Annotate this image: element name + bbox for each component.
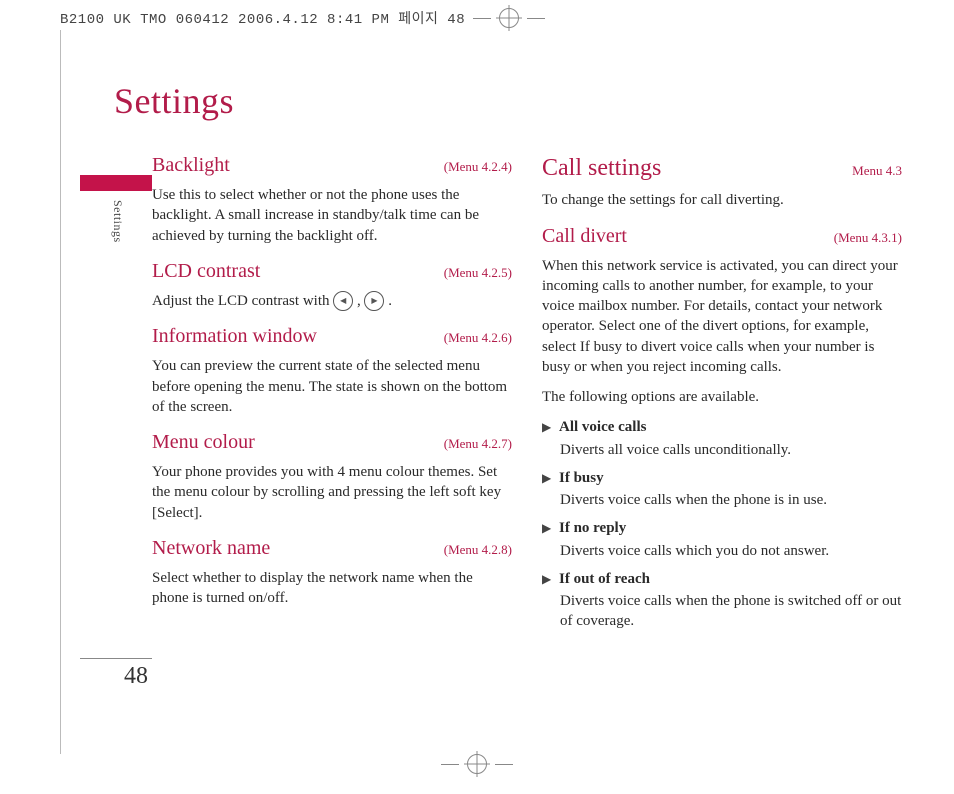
backlight-body: Use this to select whether or not the ph… — [152, 185, 512, 246]
option-desc: Diverts all voice calls unconditionally. — [560, 440, 902, 460]
option-all-voice-calls: ▶ All voice calls — [542, 417, 902, 437]
info-body: You can preview the current state of the… — [152, 356, 512, 417]
option-desc: Diverts voice calls which you do not ans… — [560, 541, 902, 561]
columns: Backlight (Menu 4.2.4) Use this to selec… — [152, 140, 910, 640]
call-settings-body: To change the settings for call divertin… — [542, 190, 902, 210]
crop-mark-icon — [499, 8, 519, 28]
option-desc: Diverts voice calls when the phone is sw… — [560, 591, 902, 632]
menu-ref: (Menu 4.2.8) — [444, 541, 512, 559]
crop-dash — [495, 764, 513, 765]
nav-left-icon: ◀ — [333, 291, 353, 311]
menucolour-body: Your phone provides you with 4 menu colo… — [152, 462, 512, 523]
heading-text: Call divert — [542, 223, 627, 250]
heading-menucolour: Menu colour (Menu 4.2.7) — [152, 429, 512, 456]
call-divert-body2: The following options are available. — [542, 387, 902, 407]
option-if-busy: ▶ If busy — [542, 468, 902, 488]
outer-rule — [60, 30, 61, 754]
side-tab — [80, 175, 152, 191]
left-column: Backlight (Menu 4.2.4) Use this to selec… — [152, 140, 512, 640]
heading-text: Menu colour — [152, 429, 255, 456]
menu-ref: (Menu 4.2.6) — [444, 329, 512, 347]
comma: , — [357, 293, 365, 309]
page: Settings Settings Backlight (Menu 4.2.4)… — [80, 60, 910, 750]
bullet-icon: ▶ — [542, 419, 551, 435]
side-label: Settings — [110, 200, 125, 243]
option-label: If out of reach — [559, 571, 650, 587]
crop-dash — [527, 18, 545, 19]
menu-ref: (Menu 4.2.5) — [444, 264, 512, 282]
heading-call-settings: Call settings Menu 4.3 — [542, 152, 902, 184]
crop-dash — [441, 764, 459, 765]
option-desc: Diverts voice calls when the phone is in… — [560, 490, 902, 510]
lcd-body-post: . — [388, 293, 392, 309]
bullet-icon: ▶ — [542, 520, 551, 536]
option-if-out-of-reach: ▶ If out of reach — [542, 569, 902, 589]
heading-text: Call settings — [542, 152, 661, 184]
option-label: If no reply — [559, 520, 626, 536]
bullet-icon: ▶ — [542, 470, 551, 486]
print-header-text: B2100 UK TMO 060412 2006.4.12 8:41 PM 페이… — [60, 8, 465, 28]
option-label: All voice calls — [559, 419, 646, 435]
crop-mark-icon — [467, 754, 487, 774]
option-if-no-reply: ▶ If no reply — [542, 518, 902, 538]
heading-text: Backlight — [152, 152, 230, 179]
heading-lcd: LCD contrast (Menu 4.2.5) — [152, 258, 512, 285]
menu-ref: (Menu 4.2.4) — [444, 158, 512, 176]
menu-ref: (Menu 4.3.1) — [834, 229, 902, 247]
lcd-body-pre: Adjust the LCD contrast with — [152, 293, 333, 309]
heading-text: LCD contrast — [152, 258, 260, 285]
page-number: 48 — [124, 663, 152, 689]
network-body: Select whether to display the network na… — [152, 568, 512, 609]
heading-text: Network name — [152, 535, 270, 562]
bullet-icon: ▶ — [542, 571, 551, 587]
menu-ref: (Menu 4.2.7) — [444, 435, 512, 453]
print-header: B2100 UK TMO 060412 2006.4.12 8:41 PM 페이… — [60, 8, 894, 28]
heading-network: Network name (Menu 4.2.8) — [152, 535, 512, 562]
heading-backlight: Backlight (Menu 4.2.4) — [152, 152, 512, 179]
heading-call-divert: Call divert (Menu 4.3.1) — [542, 223, 902, 250]
crop-dash — [473, 18, 491, 19]
option-label: If busy — [559, 470, 604, 486]
bottom-crop — [0, 754, 954, 774]
menu-ref: Menu 4.3 — [852, 162, 902, 180]
heading-text: Information window — [152, 323, 317, 350]
right-column: Call settings Menu 4.3 To change the set… — [542, 140, 902, 640]
page-title: Settings — [114, 80, 910, 122]
heading-info: Information window (Menu 4.2.6) — [152, 323, 512, 350]
page-number-wrap: 48 — [80, 658, 152, 690]
nav-right-icon: ▶ — [364, 291, 384, 311]
call-divert-body1: When this network service is activated, … — [542, 256, 902, 378]
lcd-body: Adjust the LCD contrast with ◀ , ▶ . — [152, 291, 512, 312]
